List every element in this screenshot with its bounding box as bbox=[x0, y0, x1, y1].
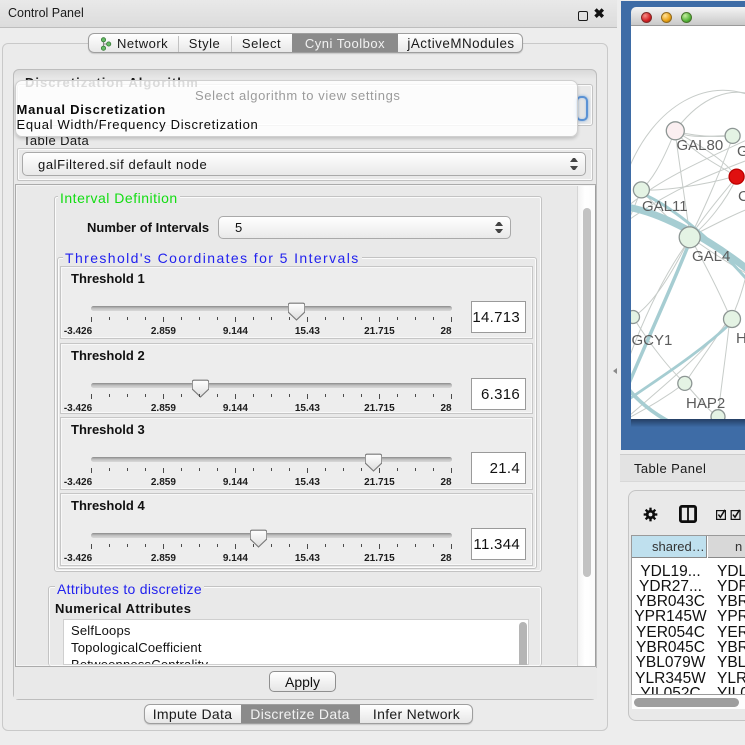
svg-text:G: G bbox=[737, 143, 745, 160]
svg-text:H: H bbox=[736, 330, 745, 347]
svg-text:GCY1: GCY1 bbox=[632, 332, 673, 349]
svg-text:C: C bbox=[738, 188, 745, 205]
svg-text:HAP2: HAP2 bbox=[686, 395, 725, 412]
svg-text:GAL11: GAL11 bbox=[642, 198, 688, 215]
svg-text:GAL4: GAL4 bbox=[692, 248, 730, 265]
svg-text:GAL80: GAL80 bbox=[677, 137, 724, 154]
